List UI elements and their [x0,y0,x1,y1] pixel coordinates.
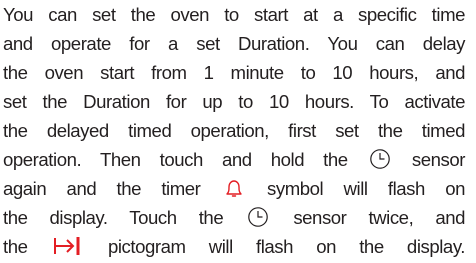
clock-icon [369,148,391,170]
paragraph-line: You can set the oven to start at a speci… [3,4,465,25]
line-text: the display. Touch the [3,207,224,228]
paragraph-line: the display. Touch the sensor twice, and [3,203,465,233]
line-text: sensor [411,149,466,170]
line-text: sensor twice, and [293,207,466,228]
clock-icon [247,206,269,228]
paragraph-line: the pictogram will flash on the display. [3,232,465,262]
paragraph-line: again and the timer symbol will flash on [3,174,465,204]
line-text: operation. Then touch and hold the [3,149,348,170]
bell-icon [223,177,245,199]
paragraph-line: set the Duration for up to 10 hours. To … [3,91,465,112]
paragraph-line: and operate for a set Duration. You can … [3,33,465,54]
manual-text-block: You can set the oven to start at a speci… [0,0,476,263]
line-text: symbol will flash on [267,178,465,199]
line-text: the [3,236,28,257]
arrow-to-bar-icon [53,235,83,257]
paragraph-line: the oven start from 1 minute to 10 hours… [3,62,465,83]
paragraph-line: operation. Then touch and hold the senso… [3,145,465,175]
line-text: pictogram will flash on the display. [107,236,466,257]
paragraph-line: the delayed timed operation, first set t… [3,120,465,141]
line-text: again and the timer [3,178,201,199]
